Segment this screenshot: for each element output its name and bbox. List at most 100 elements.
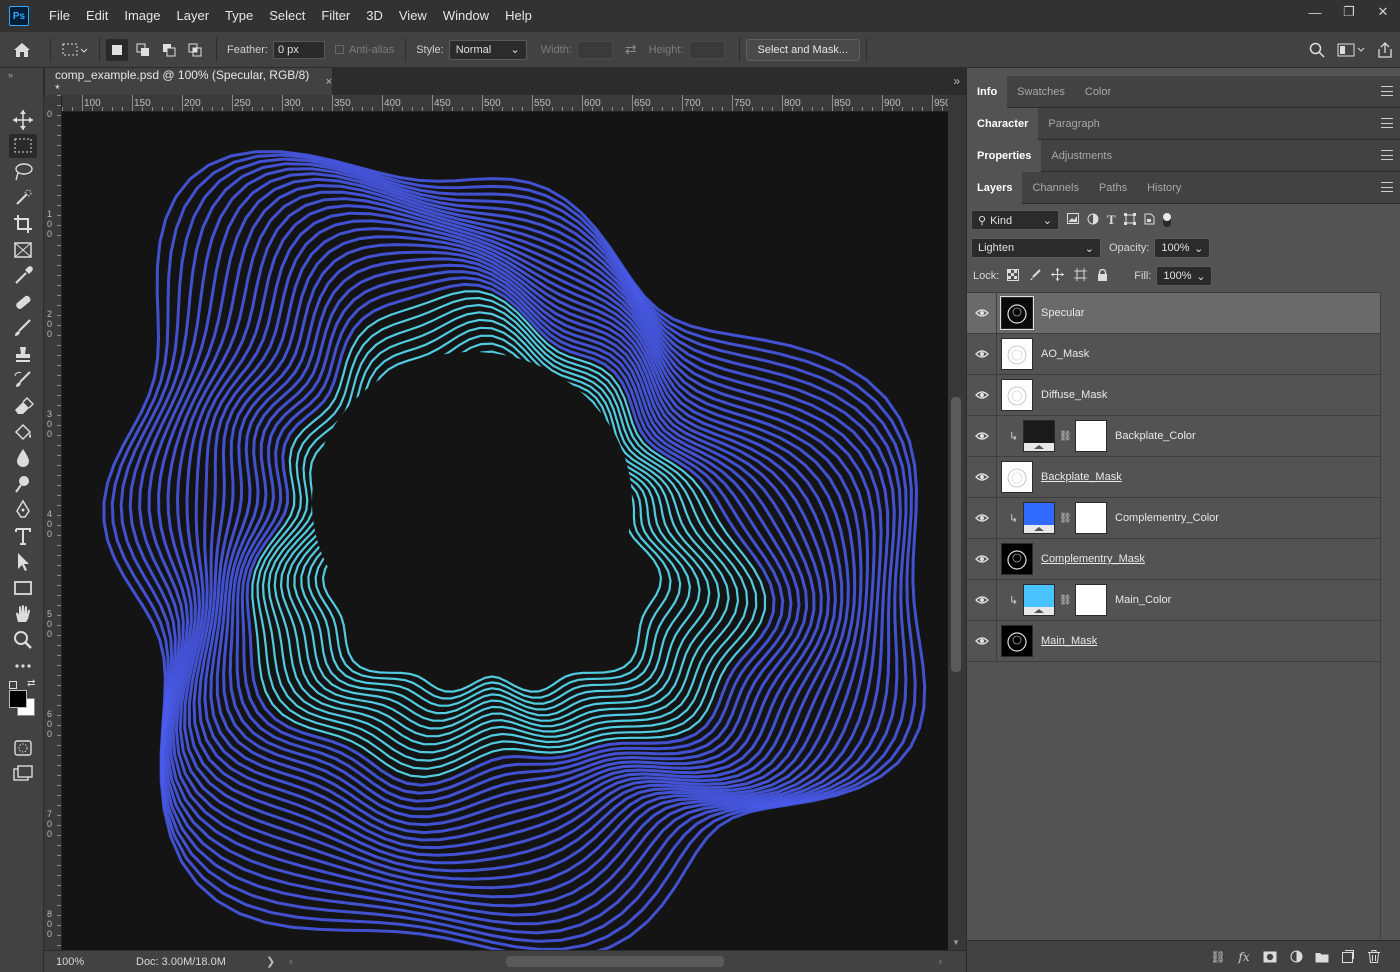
panel-menu-icon[interactable] (1381, 150, 1393, 160)
antialias-checkbox[interactable]: Anti-alias (334, 44, 399, 56)
add-mask-icon[interactable] (1257, 946, 1283, 968)
layer-name[interactable]: Specular (1041, 307, 1084, 319)
layer-thumbnail[interactable] (1001, 625, 1033, 657)
panel-menu-icon[interactable] (1381, 182, 1393, 192)
layer-row[interactable]: ↳ ⛓ Complementry_Color (967, 497, 1380, 539)
crop-tool-icon[interactable] (9, 212, 37, 236)
zoom-level[interactable]: 100% (56, 956, 136, 968)
minimize-button[interactable]: — (1298, 0, 1332, 24)
close-tab-icon[interactable]: × (326, 76, 332, 88)
swap-icon[interactable]: ⇄ (625, 41, 637, 58)
layer-row[interactable]: Complementry_Mask (967, 538, 1380, 580)
quick-mask-icon[interactable] (9, 736, 37, 760)
lock-artboard-icon[interactable] (1074, 268, 1088, 284)
layer-row[interactable]: Main_Mask (967, 620, 1380, 662)
brush-tool-icon[interactable] (9, 316, 37, 340)
status-menu-arrow[interactable]: ❯ (266, 955, 275, 968)
tab-paragraph[interactable]: Paragraph (1038, 108, 1109, 140)
scroll-left-icon[interactable]: ‹ (289, 956, 293, 968)
pen-tool-icon[interactable] (9, 498, 37, 522)
layer-row[interactable]: AO_Mask (967, 333, 1380, 375)
visibility-eye-icon[interactable] (967, 538, 997, 580)
workspace-icon[interactable] (1332, 43, 1370, 57)
layer-name[interactable]: Diffuse_Mask (1041, 389, 1107, 401)
search-icon[interactable] (1302, 42, 1332, 58)
visibility-eye-icon[interactable] (967, 579, 997, 621)
more-tools-icon[interactable] (9, 654, 37, 678)
move-tool-icon[interactable] (9, 108, 37, 132)
rectangle-tool-icon[interactable] (9, 576, 37, 600)
layer-name[interactable]: Backplate_Mask (1041, 471, 1122, 483)
blend-mode-select[interactable]: Lighten ⌄ (971, 238, 1101, 258)
visibility-eye-icon[interactable] (967, 620, 997, 662)
layer-thumbnail[interactable] (1023, 502, 1055, 534)
layer-row[interactable]: ↳ ⛓ Main_Color (967, 579, 1380, 621)
swap-colors-icon[interactable]: ⇄ (27, 678, 35, 689)
height-input[interactable] (688, 40, 725, 59)
layer-mask-thumbnail[interactable] (1075, 584, 1107, 616)
zoom-tool-icon[interactable] (9, 628, 37, 652)
menu-file[interactable]: File (41, 0, 78, 32)
layer-row[interactable]: ↳ ⛓ Backplate_Color (967, 415, 1380, 457)
marquee-preset-icon[interactable] (57, 43, 93, 57)
tab-layers[interactable]: Layers (967, 171, 1023, 204)
scroll-down-icon[interactable]: ▼ (952, 938, 960, 947)
type-tool-icon[interactable] (9, 524, 37, 548)
layer-name[interactable]: Main_Color (1115, 594, 1171, 606)
layer-name[interactable]: Backplate_Color (1115, 430, 1196, 442)
menu-layer[interactable]: Layer (169, 0, 218, 32)
link-layers-icon[interactable]: ⛓ (1205, 946, 1231, 968)
layers-scrollbar[interactable] (1380, 292, 1400, 940)
fill-input[interactable]: 100% ⌄ (1156, 266, 1213, 286)
tab-properties[interactable]: Properties (967, 139, 1042, 172)
quick-selection-tool-icon[interactable] (9, 186, 37, 210)
tab-history[interactable]: History (1137, 172, 1191, 204)
tab-adjustments[interactable]: Adjustments (1041, 140, 1122, 172)
layer-name[interactable]: Complementry_Mask (1041, 553, 1145, 565)
tab-paths[interactable]: Paths (1089, 172, 1137, 204)
menu-image[interactable]: Image (116, 0, 168, 32)
width-input[interactable] (576, 40, 613, 59)
layer-thumbnail[interactable] (1023, 584, 1055, 616)
pixel-filter-icon[interactable] (1067, 213, 1079, 227)
hand-tool-icon[interactable] (9, 602, 37, 626)
new-selection-icon[interactable] (106, 38, 128, 61)
visibility-eye-icon[interactable] (967, 497, 997, 539)
clone-stamp-tool-icon[interactable] (9, 342, 37, 366)
eyedropper-tool-icon[interactable] (9, 264, 37, 288)
visibility-eye-icon[interactable] (967, 374, 997, 416)
visibility-eye-icon[interactable] (967, 292, 997, 334)
foreground-color-swatch[interactable] (9, 690, 27, 708)
tab-info[interactable]: Info (967, 75, 1008, 108)
type-filter-icon[interactable]: T (1107, 212, 1116, 228)
tab-color[interactable]: Color (1075, 76, 1121, 108)
new-group-icon[interactable] (1309, 946, 1335, 968)
lock-move-icon[interactable] (1051, 268, 1065, 284)
collapse-arrows-icon[interactable]: » (8, 70, 13, 80)
visibility-eye-icon[interactable] (967, 333, 997, 375)
lock-brush-icon[interactable] (1029, 268, 1042, 284)
layer-name[interactable]: Main_Mask (1041, 635, 1097, 647)
menu-help[interactable]: Help (497, 0, 540, 32)
layer-mask-thumbnail[interactable] (1075, 502, 1107, 534)
canvas-vertical-scrollbar[interactable]: ▼ (948, 95, 966, 950)
share-icon[interactable] (1370, 42, 1400, 58)
tab-swatches[interactable]: Swatches (1007, 76, 1075, 108)
shape-filter-icon[interactable] (1123, 212, 1136, 228)
new-layer-icon[interactable] (1335, 946, 1361, 968)
document-canvas[interactable] (62, 112, 948, 950)
layer-row[interactable]: Backplate_Mask (967, 456, 1380, 498)
add-selection-icon[interactable] (132, 39, 154, 61)
mask-link-icon[interactable]: ⛓ (1059, 595, 1072, 606)
lock-all-icon[interactable] (1097, 268, 1108, 284)
tab-channels[interactable]: Channels (1022, 172, 1088, 204)
adjustment-filter-icon[interactable] (1087, 213, 1099, 228)
color-swatches[interactable]: ⇄ (9, 678, 37, 716)
visibility-eye-icon[interactable] (967, 415, 997, 457)
default-colors-icon[interactable] (9, 681, 17, 689)
dodge-tool-icon[interactable] (9, 472, 37, 496)
screen-mode-icon[interactable] (9, 762, 37, 786)
menu-type[interactable]: Type (217, 0, 261, 32)
menu-edit[interactable]: Edit (78, 0, 116, 32)
subtract-selection-icon[interactable] (158, 39, 180, 61)
